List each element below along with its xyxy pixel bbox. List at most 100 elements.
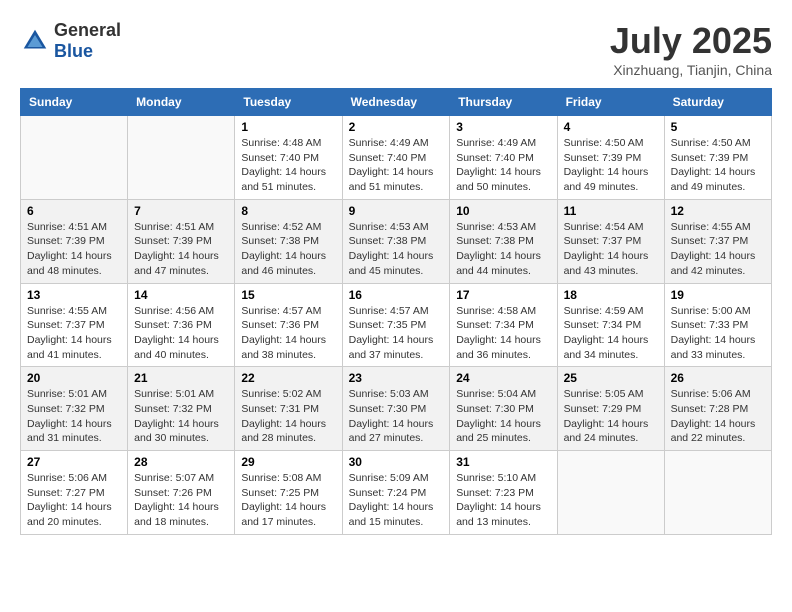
day-info: Sunrise: 5:06 AMSunset: 7:28 PMDaylight:… — [671, 387, 765, 446]
day-number: 26 — [671, 371, 765, 385]
day-info: Sunrise: 4:51 AMSunset: 7:39 PMDaylight:… — [27, 220, 121, 279]
calendar-day-cell: 5 Sunrise: 4:50 AMSunset: 7:39 PMDaylight… — [664, 116, 771, 200]
calendar-day-cell: 17Sunrise: 4:58 AMSunset: 7:34 PMDayligh… — [450, 283, 557, 367]
calendar-day-cell: 23 Sunrise: 5:03 AMSunset: 7:30 PMDayligh… — [342, 367, 450, 451]
day-number: 8 — [241, 204, 335, 218]
calendar-day-cell: 21 Sunrise: 5:01 AMSunset: 7:32 PMDayligh… — [128, 367, 235, 451]
day-info: Sunrise: 5:03 AMSunset: 7:30 PMDaylight:… — [349, 387, 444, 446]
calendar-week-row: 6 Sunrise: 4:51 AMSunset: 7:39 PMDaylight… — [21, 199, 772, 283]
logo-blue-text: Blue — [54, 41, 121, 62]
day-number: 18 — [564, 288, 658, 302]
day-info: Sunrise: 4:59 AMSunset: 7:34 PMDaylight:… — [564, 304, 658, 363]
day-number: 12 — [671, 204, 765, 218]
calendar-day-cell: 2Sunrise: 4:49 AMSunset: 7:40 PMDaylight… — [342, 116, 450, 200]
day-number: 6 — [27, 204, 121, 218]
day-info: Sunrise: 5:06 AMSunset: 7:27 PMDaylight:… — [27, 471, 121, 530]
day-info: Sunrise: 5:08 AMSunset: 7:25 PMDaylight:… — [241, 471, 335, 530]
calendar-day-cell — [664, 451, 771, 535]
day-number: 5 — [671, 120, 765, 134]
day-number: 11 — [564, 204, 658, 218]
day-info: Sunrise: 5:10 AMSunset: 7:23 PMDaylight:… — [456, 471, 550, 530]
day-info: Sunrise: 4:50 AMSunset: 7:39 PMDaylight:… — [671, 136, 765, 195]
calendar-day-cell: 14Sunrise: 4:56 AMSunset: 7:36 PMDayligh… — [128, 283, 235, 367]
page-header: General Blue July 2025 Xinzhuang, Tianji… — [20, 20, 772, 78]
day-of-week-header: Sunday — [21, 89, 128, 116]
calendar-table: SundayMondayTuesdayWednesdayThursdayFrid… — [20, 88, 772, 535]
day-number: 16 — [349, 288, 444, 302]
calendar-day-cell: 9 Sunrise: 4:53 AMSunset: 7:38 PMDaylight… — [342, 199, 450, 283]
day-info: Sunrise: 5:05 AMSunset: 7:29 PMDaylight:… — [564, 387, 658, 446]
calendar-week-row: 1 Sunrise: 4:48 AMSunset: 7:40 PMDaylight… — [21, 116, 772, 200]
calendar-header-row: SundayMondayTuesdayWednesdayThursdayFrid… — [21, 89, 772, 116]
calendar-day-cell: 12Sunrise: 4:55 AMSunset: 7:37 PMDayligh… — [664, 199, 771, 283]
day-info: Sunrise: 4:56 AMSunset: 7:36 PMDaylight:… — [134, 304, 228, 363]
day-number: 19 — [671, 288, 765, 302]
day-info: Sunrise: 4:49 AMSunset: 7:40 PMDaylight:… — [349, 136, 444, 195]
day-of-week-header: Thursday — [450, 89, 557, 116]
month-title: July 2025 — [610, 20, 772, 62]
day-info: Sunrise: 5:07 AMSunset: 7:26 PMDaylight:… — [134, 471, 228, 530]
calendar-day-cell: 29 Sunrise: 5:08 AMSunset: 7:25 PMDayligh… — [235, 451, 342, 535]
calendar-day-cell: 25 Sunrise: 5:05 AMSunset: 7:29 PMDayligh… — [557, 367, 664, 451]
day-info: Sunrise: 4:57 AMSunset: 7:36 PMDaylight:… — [241, 304, 335, 363]
logo-general-text: General — [54, 20, 121, 41]
calendar-day-cell — [557, 451, 664, 535]
calendar-day-cell: 16 Sunrise: 4:57 AMSunset: 7:35 PMDayligh… — [342, 283, 450, 367]
day-of-week-header: Monday — [128, 89, 235, 116]
day-number: 4 — [564, 120, 658, 134]
day-of-week-header: Wednesday — [342, 89, 450, 116]
calendar-day-cell: 10Sunrise: 4:53 AMSunset: 7:38 PMDayligh… — [450, 199, 557, 283]
day-number: 9 — [349, 204, 444, 218]
day-info: Sunrise: 4:48 AMSunset: 7:40 PMDaylight:… — [241, 136, 335, 195]
calendar-day-cell: 20Sunrise: 5:01 AMSunset: 7:32 PMDayligh… — [21, 367, 128, 451]
day-of-week-header: Saturday — [664, 89, 771, 116]
calendar-day-cell: 30Sunrise: 5:09 AMSunset: 7:24 PMDayligh… — [342, 451, 450, 535]
day-info: Sunrise: 4:53 AMSunset: 7:38 PMDaylight:… — [456, 220, 550, 279]
location-text: Xinzhuang, Tianjin, China — [610, 62, 772, 78]
day-number: 29 — [241, 455, 335, 469]
day-info: Sunrise: 5:01 AMSunset: 7:32 PMDaylight:… — [134, 387, 228, 446]
calendar-day-cell: 3 Sunrise: 4:49 AMSunset: 7:40 PMDaylight… — [450, 116, 557, 200]
day-info: Sunrise: 4:50 AMSunset: 7:39 PMDaylight:… — [564, 136, 658, 195]
calendar-day-cell: 24 Sunrise: 5:04 AMSunset: 7:30 PMDayligh… — [450, 367, 557, 451]
day-number: 13 — [27, 288, 121, 302]
day-number: 24 — [456, 371, 550, 385]
day-info: Sunrise: 5:04 AMSunset: 7:30 PMDaylight:… — [456, 387, 550, 446]
calendar-day-cell: 7Sunrise: 4:51 AMSunset: 7:39 PMDaylight… — [128, 199, 235, 283]
logo-icon — [20, 26, 50, 56]
day-info: Sunrise: 4:54 AMSunset: 7:37 PMDaylight:… — [564, 220, 658, 279]
calendar-day-cell: 8Sunrise: 4:52 AMSunset: 7:38 PMDaylight… — [235, 199, 342, 283]
day-number: 21 — [134, 371, 228, 385]
day-of-week-header: Tuesday — [235, 89, 342, 116]
calendar-day-cell: 1 Sunrise: 4:48 AMSunset: 7:40 PMDaylight… — [235, 116, 342, 200]
day-of-week-header: Friday — [557, 89, 664, 116]
calendar-day-cell: 19Sunrise: 5:00 AMSunset: 7:33 PMDayligh… — [664, 283, 771, 367]
day-number: 1 — [241, 120, 335, 134]
day-info: Sunrise: 4:58 AMSunset: 7:34 PMDaylight:… — [456, 304, 550, 363]
day-number: 28 — [134, 455, 228, 469]
day-number: 22 — [241, 371, 335, 385]
calendar-day-cell: 27Sunrise: 5:06 AMSunset: 7:27 PMDayligh… — [21, 451, 128, 535]
day-info: Sunrise: 4:53 AMSunset: 7:38 PMDaylight:… — [349, 220, 444, 279]
day-number: 3 — [456, 120, 550, 134]
calendar-day-cell: 13Sunrise: 4:55 AMSunset: 7:37 PMDayligh… — [21, 283, 128, 367]
day-number: 7 — [134, 204, 228, 218]
calendar-day-cell: 26 Sunrise: 5:06 AMSunset: 7:28 PMDayligh… — [664, 367, 771, 451]
calendar-day-cell: 6 Sunrise: 4:51 AMSunset: 7:39 PMDaylight… — [21, 199, 128, 283]
day-number: 20 — [27, 371, 121, 385]
calendar-week-row: 27Sunrise: 5:06 AMSunset: 7:27 PMDayligh… — [21, 451, 772, 535]
day-info: Sunrise: 5:02 AMSunset: 7:31 PMDaylight:… — [241, 387, 335, 446]
calendar-day-cell: 11 Sunrise: 4:54 AMSunset: 7:37 PMDayligh… — [557, 199, 664, 283]
calendar-day-cell: 4 Sunrise: 4:50 AMSunset: 7:39 PMDaylight… — [557, 116, 664, 200]
day-number: 23 — [349, 371, 444, 385]
day-number: 31 — [456, 455, 550, 469]
day-number: 25 — [564, 371, 658, 385]
calendar-day-cell: 28 Sunrise: 5:07 AMSunset: 7:26 PMDayligh… — [128, 451, 235, 535]
day-number: 30 — [349, 455, 444, 469]
calendar-day-cell: 18 Sunrise: 4:59 AMSunset: 7:34 PMDayligh… — [557, 283, 664, 367]
day-info: Sunrise: 4:57 AMSunset: 7:35 PMDaylight:… — [349, 304, 444, 363]
title-block: July 2025 Xinzhuang, Tianjin, China — [610, 20, 772, 78]
day-info: Sunrise: 4:49 AMSunset: 7:40 PMDaylight:… — [456, 136, 550, 195]
calendar-day-cell: 22 Sunrise: 5:02 AMSunset: 7:31 PMDayligh… — [235, 367, 342, 451]
calendar-week-row: 20 Sunrise: 5:01 AMSunset: 7:32 PMDayligh… — [21, 367, 772, 451]
